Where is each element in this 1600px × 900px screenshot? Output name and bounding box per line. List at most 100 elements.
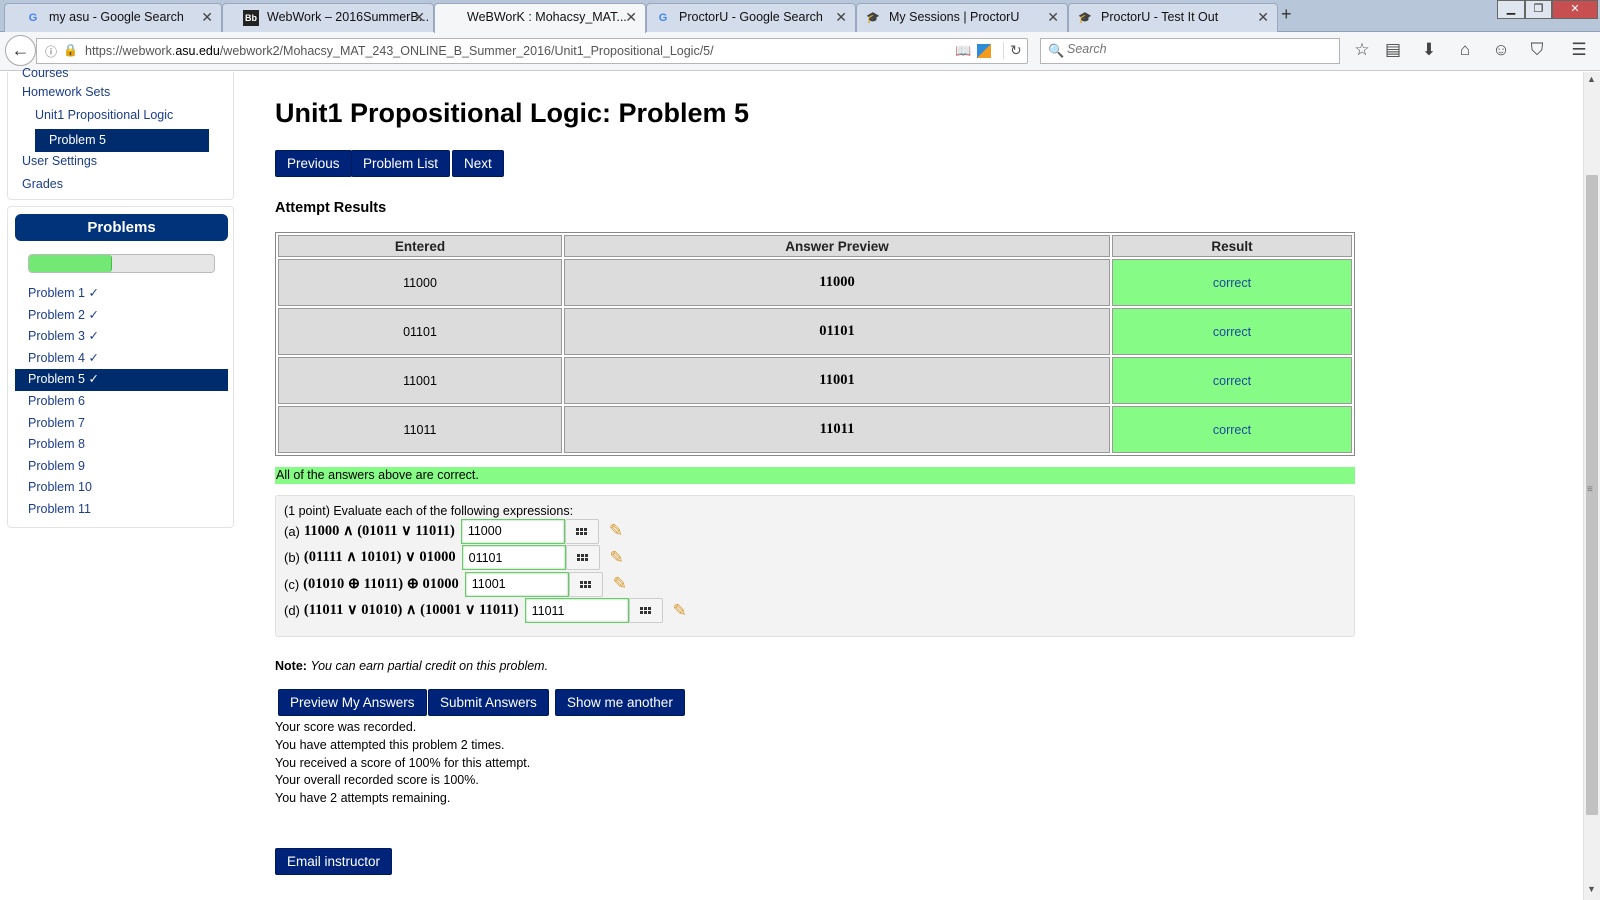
all-correct-message: All of the answers above are correct. — [275, 467, 1355, 484]
equation-editor-icon[interactable] — [568, 571, 603, 597]
tab-proctoru-search[interactable]: G ProctorU - Google Search ✕ — [646, 3, 856, 32]
problem-link[interactable]: Problem 3 ✓ — [15, 326, 228, 348]
scroll-up-icon[interactable]: ▲ — [1587, 74, 1596, 84]
reader-view-icon[interactable]: 📖 — [955, 43, 971, 59]
scroll-down-icon[interactable]: ▼ — [1587, 884, 1596, 894]
tab-title: WeBWorK : Mohacsy_MAT... — [467, 10, 627, 24]
part-expression: (01010 ⊕ 11011) ⊕ 01000 — [303, 575, 459, 592]
bookmarks-list-icon[interactable]: ▤ — [1382, 40, 1404, 60]
equation-editor-icon[interactable] — [564, 518, 599, 544]
problem-link[interactable]: Problem 9 — [15, 456, 228, 478]
score-summary: Your score was recorded. You have attempt… — [275, 719, 530, 808]
score-line: Your score was recorded. — [275, 720, 417, 734]
bookmark-star-icon[interactable]: ☆ — [1351, 40, 1373, 60]
part-label: (d) — [284, 603, 300, 618]
window-close-icon[interactable]: ✕ — [1552, 0, 1598, 19]
user-settings-link[interactable]: User Settings — [22, 154, 97, 168]
header-answer-preview: Answer Preview — [564, 235, 1110, 257]
problem-part: (d)(11011 ∨ 01010) ∧ (10001 ∨ 11011) ✎ — [284, 598, 687, 624]
page-scrollbar[interactable]: ▲ ≡ ▼ — [1583, 72, 1600, 900]
problem-part: (a)11000 ∧ (01011 ∨ 11011) ✎ — [284, 518, 623, 544]
cell-entered: 11000 — [278, 259, 562, 306]
page-title: Unit1 Propositional Logic: Problem 5 — [275, 98, 750, 128]
answer-input[interactable] — [461, 545, 566, 570]
score-line: You have attempted this problem 2 times. — [275, 737, 505, 752]
submit-answers-button[interactable]: Submit Answers — [428, 689, 549, 716]
email-instructor-button[interactable]: Email instructor — [275, 848, 393, 875]
answer-input[interactable] — [460, 518, 565, 544]
cell-result: correct — [1112, 406, 1352, 453]
url-bar[interactable]: ⓘ 🔒 https://webwork.asu.edu/webwork2/Moh… — [36, 38, 1028, 64]
search-input[interactable] — [1067, 42, 1327, 56]
problem-list: Problem 1 ✓ Problem 2 ✓ Problem 3 ✓ Problem… — [15, 283, 228, 521]
download-icon[interactable]: ⬇ — [1418, 40, 1440, 60]
problem-list-button[interactable]: Problem List — [351, 150, 451, 177]
next-button[interactable]: Next — [452, 150, 504, 177]
problems-panel: Problems Problem 1 ✓ Problem 2 ✓ Problem 3… — [7, 206, 234, 528]
menu-icon[interactable]: ☰ — [1568, 40, 1590, 60]
minimize-icon[interactable]: ▁ — [1497, 0, 1525, 19]
equation-editor-icon[interactable] — [565, 545, 600, 570]
answer-input[interactable] — [524, 598, 629, 623]
cell-result: correct — [1112, 308, 1352, 355]
tab-my-sessions[interactable]: 🎓 My Sessions | ProctorU ✕ — [856, 3, 1068, 32]
scrollbar-thumb[interactable] — [1586, 175, 1598, 815]
close-tab-icon[interactable]: ✕ — [201, 4, 213, 31]
info-icon[interactable]: ⓘ — [45, 43, 57, 60]
home-icon[interactable]: ⌂ — [1454, 40, 1476, 60]
problem-link[interactable]: Problem 7 — [15, 413, 228, 435]
answer-input[interactable] — [464, 571, 569, 597]
close-tab-icon[interactable]: ✕ — [1047, 4, 1059, 31]
current-problem-link[interactable]: Problem 5 — [35, 129, 209, 152]
back-arrow-icon[interactable]: ← — [5, 35, 36, 66]
extension-icon[interactable] — [977, 44, 991, 58]
progress-fill — [29, 255, 113, 272]
close-tab-icon[interactable]: ✕ — [625, 4, 637, 31]
equation-editor-icon[interactable] — [628, 598, 663, 623]
pencil-icon[interactable]: ✎ — [609, 521, 623, 541]
part-label: (a) — [284, 523, 300, 539]
preview-answers-button[interactable]: Preview My Answers — [278, 689, 427, 716]
close-tab-icon[interactable]: ✕ — [1257, 4, 1269, 31]
problem-link[interactable]: Problem 10 — [15, 477, 228, 499]
header-result: Result — [1112, 235, 1352, 257]
cell-preview: 11011 — [564, 406, 1110, 453]
chat-icon[interactable]: ☺ — [1490, 40, 1512, 60]
problems-heading: Problems — [15, 214, 228, 241]
search-icon: 🔍 — [1048, 43, 1065, 58]
cell-entered: 11001 — [278, 357, 562, 404]
pencil-icon[interactable]: ✎ — [673, 601, 687, 621]
homework-sets-link[interactable]: Homework Sets — [22, 85, 110, 99]
table-row: 01101 01101 correct — [278, 308, 1352, 355]
courses-link[interactable]: Courses — [22, 66, 69, 80]
set-link[interactable]: Unit1 Propositional Logic — [35, 108, 173, 122]
problem-link[interactable]: Problem 5 ✓ — [15, 369, 228, 391]
search-bar[interactable]: 🔍 — [1040, 38, 1340, 64]
problem-link[interactable]: Problem 4 ✓ — [15, 348, 228, 370]
tab-webwork-blackboard[interactable]: Bb WebWork – 2016SummerB... ✕ — [222, 3, 434, 32]
reload-icon[interactable]: ↻ — [1003, 42, 1022, 59]
new-tab-button[interactable]: + — [1281, 4, 1292, 25]
table-header-row: Entered Answer Preview Result — [278, 235, 1352, 257]
url-text[interactable]: https://webwork.asu.edu/webwork2/Mohacsy… — [85, 44, 714, 58]
close-tab-icon[interactable]: ✕ — [835, 4, 847, 31]
previous-button[interactable]: Previous — [275, 150, 352, 177]
cell-preview: 01101 — [564, 308, 1110, 355]
tab-test-it-out[interactable]: 🎓 ProctorU - Test It Out ✕ — [1068, 3, 1278, 32]
tab-my-asu[interactable]: G my asu - Google Search ✕ — [4, 3, 222, 32]
pencil-icon[interactable]: ✎ — [613, 574, 627, 594]
grades-link[interactable]: Grades — [22, 177, 63, 191]
maximize-icon[interactable]: ❐ — [1525, 0, 1552, 19]
problem-link[interactable]: Problem 11 — [15, 499, 228, 521]
tab-webwork-active[interactable]: WeBWorK : Mohacsy_MAT... ✕ — [434, 3, 646, 33]
problem-link[interactable]: Problem 8 — [15, 434, 228, 456]
problem-link[interactable]: Problem 6 — [15, 391, 228, 413]
pencil-icon[interactable]: ✎ — [610, 548, 624, 568]
part-label: (b) — [284, 550, 300, 565]
close-tab-icon[interactable]: ✕ — [413, 4, 425, 31]
tab-title: ProctorU - Google Search — [679, 10, 823, 24]
pocket-icon[interactable]: ⛉ — [1526, 40, 1548, 60]
problem-link[interactable]: Problem 2 ✓ — [15, 305, 228, 327]
show-another-button[interactable]: Show me another — [555, 689, 685, 716]
problem-link[interactable]: Problem 1 ✓ — [15, 283, 228, 305]
